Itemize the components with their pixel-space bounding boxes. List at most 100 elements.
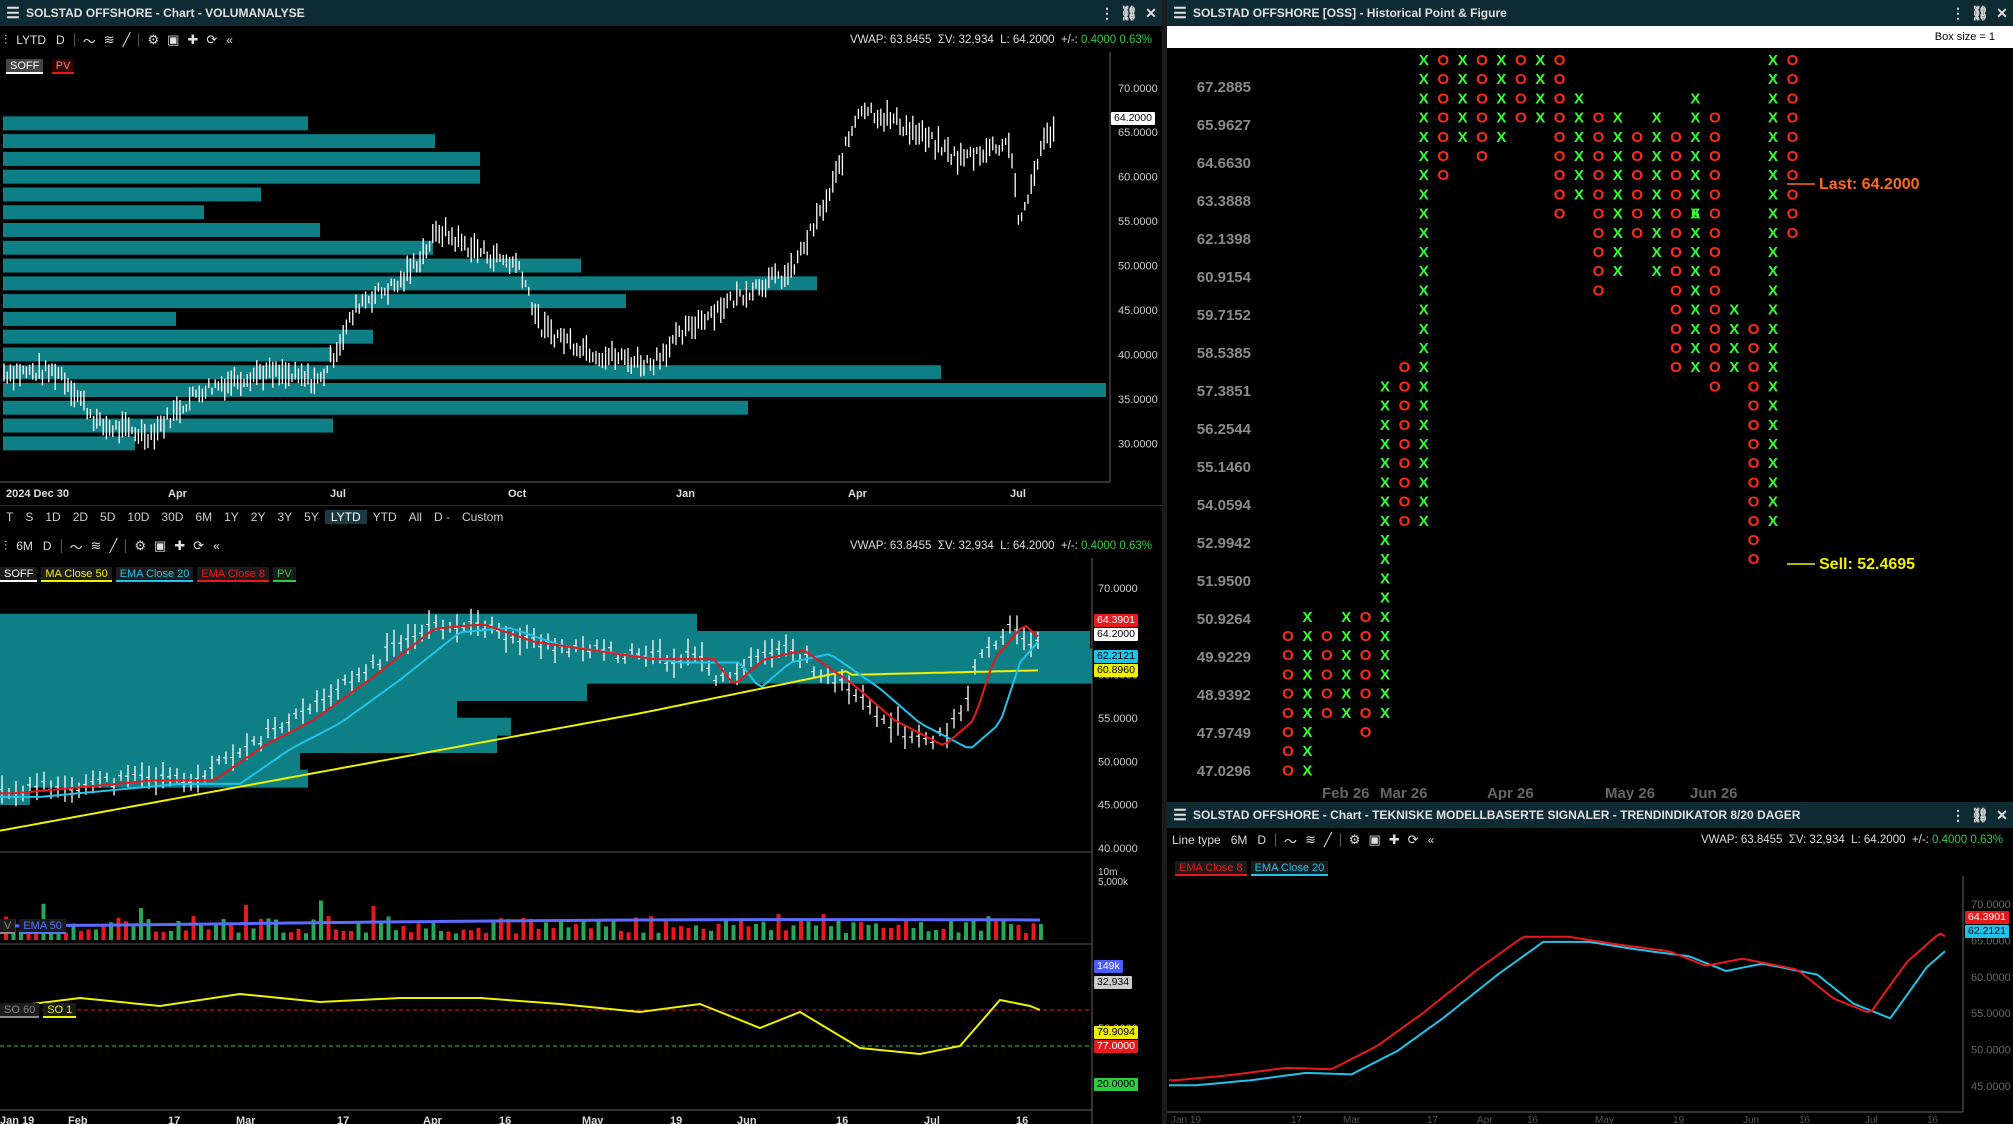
range-button-lytd[interactable]: LYTD xyxy=(324,509,367,524)
sell-price-label: Sell: 52.4695 xyxy=(1819,556,1915,573)
collapse-button[interactable]: « xyxy=(208,539,225,553)
settings-gear-icon[interactable]: ⚙ xyxy=(130,538,150,554)
volume-bar xyxy=(881,927,886,940)
range-button-1d[interactable]: 1D xyxy=(39,510,66,524)
chart-type-icon[interactable]: ⫶ xyxy=(0,32,11,48)
range-button-ytd[interactable]: YTD xyxy=(367,510,403,524)
range-button-2d[interactable]: 2D xyxy=(67,510,94,524)
range-button-all[interactable]: All xyxy=(403,510,428,524)
pf-cell-x: X xyxy=(1574,167,1584,184)
pf-cell-o: O xyxy=(1554,90,1566,107)
range-button-5y[interactable]: 5Y xyxy=(298,510,325,524)
volume-bar xyxy=(289,932,293,940)
range-button-5d[interactable]: 5D xyxy=(94,510,121,524)
close-icon[interactable]: ✕ xyxy=(1140,5,1162,22)
range-button-30d[interactable]: 30D xyxy=(155,510,189,524)
period-button[interactable]: 6M xyxy=(11,539,38,553)
volume-bar xyxy=(461,929,466,940)
chip-so-1[interactable]: SO 1 xyxy=(43,1003,77,1018)
menu-icon[interactable]: ☰ xyxy=(0,4,26,22)
range-button-d[interactable]: D - xyxy=(428,510,456,524)
collapse-button[interactable]: « xyxy=(221,33,238,47)
chip-v[interactable]: V xyxy=(0,919,16,934)
draw-trend-icon[interactable]: 〜 xyxy=(1280,831,1301,850)
indicator-chart[interactable]: 70.000065.000060.000055.000050.000045.00… xyxy=(0,558,1162,1124)
range-selector: T S 1D 2D 5D 10D 30D 6M 1Y 2Y 3Y 5Y LYTD YTD All D - Cus… xyxy=(0,505,1162,527)
draw-line-icon[interactable]: ╱ xyxy=(106,538,122,554)
more-icon[interactable]: ⋮ xyxy=(1947,5,1969,22)
line-type-button[interactable]: Line type xyxy=(1167,833,1226,847)
chip-ema-50[interactable]: EMA 50 xyxy=(19,919,66,934)
volume-profile-bar xyxy=(0,683,587,701)
settings-gear-icon[interactable]: ⚙ xyxy=(143,32,163,48)
refresh-icon[interactable]: ⟳ xyxy=(202,32,221,48)
pf-cell-x: X xyxy=(1768,302,1778,319)
period-button[interactable]: 6M xyxy=(1226,833,1253,847)
volumanalyse-chart[interactable]: 70.0000 65.0000 60.0000 55.0000 50.0000 45.00… xyxy=(0,52,1162,522)
collapse-button[interactable]: « xyxy=(1423,833,1440,847)
draw-wave-icon[interactable]: ≋ xyxy=(100,32,119,48)
refresh-icon[interactable]: ⟳ xyxy=(1404,832,1423,848)
volume-bar xyxy=(296,928,301,940)
settings-gear-icon[interactable]: ⚙ xyxy=(1345,832,1365,848)
add-icon[interactable]: ✚ xyxy=(1385,832,1404,848)
draw-wave-icon[interactable]: ≋ xyxy=(87,538,106,554)
point-figure-chart[interactable]: 67.2885 65.9627 64.6630 63.3888 62.1398 60.91… xyxy=(1167,48,2013,800)
range-button-2y[interactable]: 2Y xyxy=(245,510,272,524)
range-button-6m[interactable]: 6M xyxy=(189,510,218,524)
layout-icon[interactable]: ▣ xyxy=(163,32,183,48)
close-icon[interactable]: ✕ xyxy=(1991,5,2013,22)
close-icon[interactable]: ✕ xyxy=(1991,807,2013,824)
volumanalyse-titlebar[interactable]: ☰ SOLSTAD OFFSHORE - Chart - VOLUMANALYS… xyxy=(0,0,1162,26)
trend-chart[interactable]: 70.000065.000060.000055.000050.000045.00… xyxy=(1167,876,2013,1124)
chip-ema-close-8[interactable]: EMA Close 8 xyxy=(1175,861,1247,876)
more-icon[interactable]: ⋮ xyxy=(1096,5,1118,22)
volume-bar xyxy=(536,928,541,940)
chart-type-icon[interactable]: ⫶ xyxy=(0,538,11,554)
add-icon[interactable]: ✚ xyxy=(183,32,202,48)
pf-cell-o: O xyxy=(1748,321,1760,338)
chip-ema-close-20[interactable]: EMA Close 20 xyxy=(1250,861,1329,876)
interval-button[interactable]: D xyxy=(38,539,57,553)
pf-titlebar[interactable]: ☰ SOLSTAD OFFSHORE [OSS] - Historical Po… xyxy=(1167,0,2013,26)
layout-icon[interactable]: ▣ xyxy=(1364,832,1384,848)
range-button-10d[interactable]: 10D xyxy=(121,510,155,524)
more-icon[interactable]: ⋮ xyxy=(1947,807,1969,824)
trend-titlebar[interactable]: ☰ SOLSTAD OFFSHORE - Chart - TEKNISKE MO… xyxy=(1167,802,2013,828)
refresh-icon[interactable]: ⟳ xyxy=(189,538,208,554)
interval-button[interactable]: D xyxy=(51,33,70,47)
draw-line-icon[interactable]: ╱ xyxy=(119,32,135,48)
pf-cell-o: O xyxy=(1282,628,1294,645)
ema-close-20-line xyxy=(1169,940,1946,1087)
range-button-3y[interactable]: 3Y xyxy=(271,510,298,524)
range-button-s[interactable]: S xyxy=(19,510,39,524)
add-icon[interactable]: ✚ xyxy=(170,538,189,554)
range-button-t[interactable]: T xyxy=(0,510,19,524)
draw-wave-icon[interactable]: ≋ xyxy=(1301,832,1320,848)
unlink-icon[interactable]: ⛓ xyxy=(1969,807,1991,824)
volume-profile-bar xyxy=(0,648,1092,667)
chip-so-60[interactable]: SO 60 xyxy=(0,1003,40,1018)
pf-cell-x: X xyxy=(1302,609,1312,626)
menu-icon[interactable]: ☰ xyxy=(1167,4,1193,22)
period-button[interactable]: LYTD xyxy=(11,33,51,47)
interval-button[interactable]: D xyxy=(1252,833,1271,847)
layout-icon[interactable]: ▣ xyxy=(150,538,170,554)
unlink-icon[interactable]: ⛓ xyxy=(1969,5,1991,22)
sum-volume-value: ΣV: 32,934 xyxy=(1788,834,1845,846)
draw-trend-icon[interactable]: 〜 xyxy=(66,537,87,556)
volume-bar xyxy=(754,924,758,940)
range-button-custom[interactable]: Custom xyxy=(456,510,509,524)
draw-line-icon[interactable]: ╱ xyxy=(1320,832,1336,848)
pf-cell-o: O xyxy=(1437,71,1449,88)
price-tag: 64.3901 xyxy=(1965,911,2009,924)
range-button-1y[interactable]: 1Y xyxy=(218,510,245,524)
x-tick-label: 17 xyxy=(1291,1115,1303,1124)
draw-trend-icon[interactable]: 〜 xyxy=(79,31,100,50)
menu-icon[interactable]: ☰ xyxy=(1167,806,1193,824)
pf-cell-o: O xyxy=(1437,148,1449,165)
pf-month-marker: 6 xyxy=(1691,206,1699,223)
volume-bar xyxy=(491,920,496,940)
unlink-icon[interactable]: ⛓ xyxy=(1118,5,1140,22)
pf-cell-x: X xyxy=(1690,359,1700,376)
